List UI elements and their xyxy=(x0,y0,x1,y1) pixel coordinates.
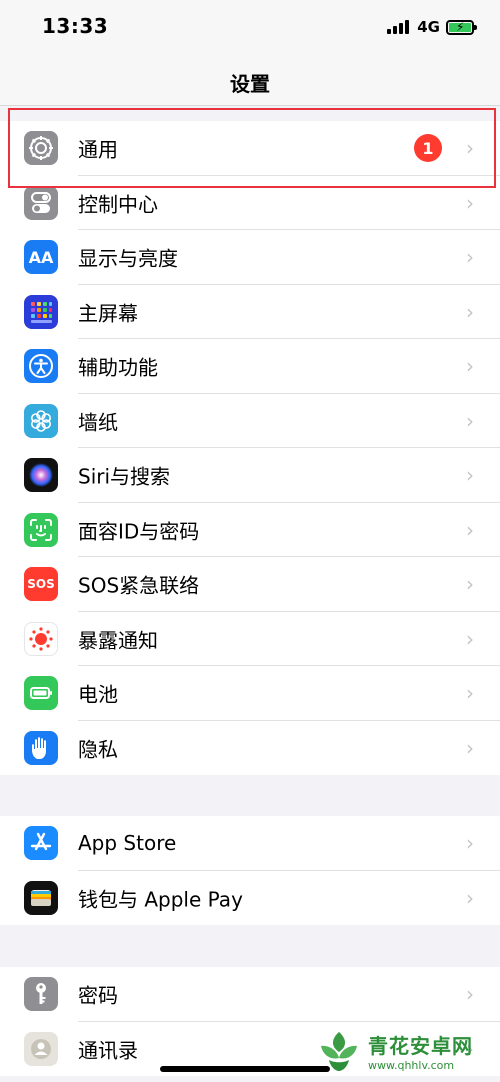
home-grid-icon xyxy=(24,294,58,329)
chevron-right-icon: › xyxy=(466,982,474,1007)
hand-icon xyxy=(24,730,58,765)
watermark-url: www.qhhlv.com xyxy=(368,1059,455,1072)
settings-row-control-center[interactable]: 控制中心 › xyxy=(0,176,500,230)
settings-row-face-id[interactable]: 面容ID与密码 › xyxy=(0,503,500,557)
settings-row-label: 隐私 xyxy=(78,737,118,762)
chevron-right-icon: › xyxy=(466,572,474,597)
settings-row-label: 通用 xyxy=(78,137,118,162)
signal-icon xyxy=(387,20,411,34)
settings-row-battery[interactable]: 电池 › xyxy=(0,666,500,721)
settings-row-label: 钱包与 Apple Pay xyxy=(78,887,243,912)
status-time: 13:33 xyxy=(42,14,109,38)
settings-row-siri[interactable]: Siri与搜索 › xyxy=(0,448,500,503)
accessibility-icon xyxy=(24,349,58,384)
settings-row-accessibility[interactable]: 辅助功能 › xyxy=(0,339,500,394)
gear-icon xyxy=(24,131,58,166)
contacts-icon xyxy=(24,1031,58,1066)
settings-group-store: App Store › 钱包与 Apple Pay › xyxy=(0,816,500,925)
settings-row-privacy[interactable]: 隐私 › xyxy=(0,721,500,776)
chevron-right-icon: › xyxy=(466,681,474,706)
chevron-right-icon: › xyxy=(466,190,474,215)
settings-row-exposure[interactable]: 暴露通知 › xyxy=(0,612,500,666)
flower-icon xyxy=(24,403,58,438)
wallet-icon xyxy=(24,880,58,915)
settings-row-label: 面容ID与密码 xyxy=(78,519,200,544)
status-bar: 13:33 4G ⚡ xyxy=(0,0,500,56)
settings-row-label: 主屏幕 xyxy=(78,301,138,326)
settings-row-wallpaper[interactable]: 墙纸 › xyxy=(0,394,500,448)
settings-row-passwords[interactable]: 密码 › xyxy=(0,967,500,1022)
settings-group-main: 通用 1 › 控制中心 › AA 显示与亮度 › 主屏幕 › 辅助功能 › 墙纸… xyxy=(0,121,500,775)
settings-row-home-screen[interactable]: 主屏幕 › xyxy=(0,285,500,339)
exposure-icon xyxy=(24,621,58,656)
key-icon xyxy=(24,977,58,1012)
chevron-right-icon: › xyxy=(466,408,474,433)
settings-row-label: 控制中心 xyxy=(78,192,158,217)
settings-row-label: 墙纸 xyxy=(78,410,118,435)
chevron-right-icon: › xyxy=(466,299,474,324)
settings-row-label: 暴露通知 xyxy=(78,628,158,653)
app-store-icon xyxy=(24,826,58,861)
settings-row-label: 辅助功能 xyxy=(78,355,158,380)
status-indicators: 4G ⚡ xyxy=(387,18,477,36)
settings-row-app-store[interactable]: App Store › xyxy=(0,816,500,871)
chevron-right-icon: › xyxy=(466,831,474,856)
text-size-icon: AA xyxy=(24,240,58,275)
notification-badge: 1 xyxy=(414,134,442,163)
settings-row-label: App Store xyxy=(78,831,177,856)
siri-icon xyxy=(24,458,58,493)
chevron-right-icon: › xyxy=(466,463,474,488)
settings-row-label: 通讯录 xyxy=(78,1038,138,1063)
watermark-logo-icon xyxy=(321,1032,357,1071)
toggle-icon xyxy=(24,185,58,220)
battery-icon xyxy=(24,676,58,711)
settings-row-label: 电池 xyxy=(78,682,118,707)
nav-bar: 设置 xyxy=(0,56,500,106)
settings-row-label: SOS紧急联络 xyxy=(78,573,200,598)
page-title: 设置 xyxy=(230,72,270,96)
settings-row-general[interactable]: 通用 1 › xyxy=(0,121,500,176)
chevron-right-icon: › xyxy=(466,626,474,651)
settings-row-label: 显示与亮度 xyxy=(78,246,178,271)
watermark-title: 青花安卓网 xyxy=(368,1034,473,1058)
chevron-right-icon: › xyxy=(466,245,474,270)
settings-row-label: 密码 xyxy=(78,983,118,1008)
home-indicator[interactable] xyxy=(160,1066,330,1072)
chevron-right-icon: › xyxy=(466,735,474,760)
sos-icon: SOS xyxy=(24,567,58,602)
settings-row-display[interactable]: AA 显示与亮度 › xyxy=(0,230,500,285)
chevron-right-icon: › xyxy=(466,517,474,542)
network-label: 4G xyxy=(417,18,440,36)
battery-status-icon: ⚡ xyxy=(446,19,477,35)
settings-row-sos[interactable]: SOS SOS紧急联络 › xyxy=(0,557,500,612)
face-id-icon xyxy=(24,512,58,547)
chevron-right-icon: › xyxy=(466,354,474,379)
settings-row-label: Siri与搜索 xyxy=(78,464,171,489)
chevron-right-icon: › xyxy=(466,136,474,161)
watermark: 青花安卓网 www.qhhlv.com xyxy=(316,1028,473,1074)
chevron-right-icon: › xyxy=(466,885,474,910)
settings-row-wallet[interactable]: 钱包与 Apple Pay › xyxy=(0,871,500,926)
